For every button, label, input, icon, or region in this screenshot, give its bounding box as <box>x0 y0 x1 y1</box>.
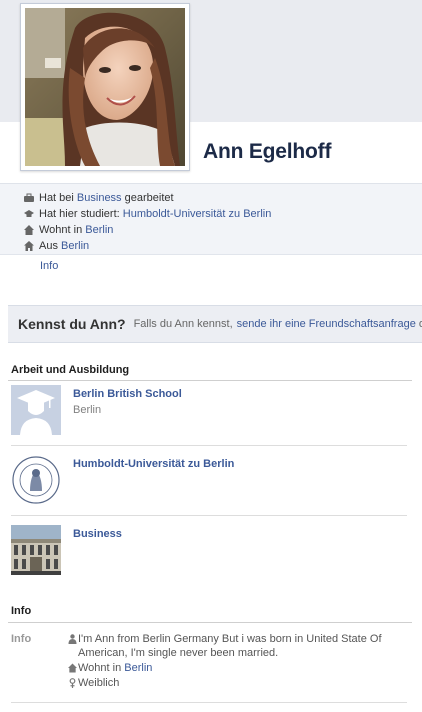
graduation-cap-icon <box>23 208 35 220</box>
bio-work: Hat bei Business gearbeitet <box>23 190 271 206</box>
graduate-silhouette-icon <box>11 385 61 435</box>
friend-prompt-title: Kennst du Ann? <box>18 316 126 332</box>
house-icon <box>23 224 35 236</box>
briefcase-icon <box>23 192 35 204</box>
profile-picture[interactable] <box>20 3 190 171</box>
work-item: Business <box>11 525 411 577</box>
item-divider <box>11 702 407 703</box>
friend-request-prompt: Kennst du Ann? Falls du Ann kennst, send… <box>8 305 422 343</box>
bio-study-link[interactable]: Humboldt-Universität zu Berlin <box>123 207 272 221</box>
work-education-heading: Arbeit und Ausbildung <box>11 364 130 376</box>
bio-list: Hat bei Business gearbeitet Hat hier stu… <box>23 190 271 254</box>
education-name-link[interactable]: Berlin British School <box>73 388 182 400</box>
info-heading: Info <box>11 605 32 617</box>
info-lives: Wohnt in Berlin <box>66 661 406 675</box>
send-friend-request-link[interactable]: sende ihr eine Freundschaftsanfrage <box>237 318 416 330</box>
item-divider <box>11 515 407 516</box>
profile-name: Ann Egelhoff <box>203 140 332 163</box>
female-symbol-icon <box>66 676 78 690</box>
section-divider <box>8 622 412 623</box>
info-about: I'm Ann from Berlin Germany But i was bo… <box>66 632 406 660</box>
graduation-placeholder-thumb[interactable] <box>11 385 61 435</box>
info-about-text: I'm Ann from Berlin Germany But i was bo… <box>78 633 382 659</box>
info-tab-link[interactable]: Info <box>40 260 58 272</box>
info-gender: Weiblich <box>66 676 406 690</box>
education-item: Humboldt-Universität zu Berlin <box>11 455 411 507</box>
item-divider <box>11 445 407 446</box>
profile-photo-image <box>25 8 185 166</box>
building-photo-thumb[interactable] <box>11 525 61 575</box>
friend-prompt-text: Falls du Ann kennst, <box>133 318 233 330</box>
section-divider <box>8 380 412 381</box>
bio-from-link[interactable]: Berlin <box>61 239 89 253</box>
bio-study: Hat hier studiert: Humboldt-Universität … <box>23 206 271 222</box>
info-label: Info <box>11 633 32 645</box>
university-seal-icon <box>11 455 61 505</box>
education-location: Berlin <box>73 404 102 416</box>
info-lives-link[interactable]: Berlin <box>124 662 152 674</box>
info-gender-text: Weiblich <box>78 677 120 689</box>
university-seal-thumb[interactable] <box>11 455 61 505</box>
info-details: I'm Ann from Berlin Germany But i was bo… <box>66 632 406 691</box>
bio-work-link[interactable]: Business <box>77 191 122 205</box>
bio-lives-link[interactable]: Berlin <box>85 223 113 237</box>
house-icon <box>66 661 78 675</box>
building-icon <box>11 525 61 575</box>
bio-from: Aus Berlin <box>23 238 271 254</box>
person-icon <box>66 632 78 646</box>
home-town-icon <box>23 240 35 252</box>
bio-lives: Wohnt in Berlin <box>23 222 271 238</box>
education-item: Berlin British School Berlin <box>11 385 411 437</box>
education-name-link[interactable]: Humboldt-Universität zu Berlin <box>73 458 234 470</box>
work-name-link[interactable]: Business <box>73 528 122 540</box>
